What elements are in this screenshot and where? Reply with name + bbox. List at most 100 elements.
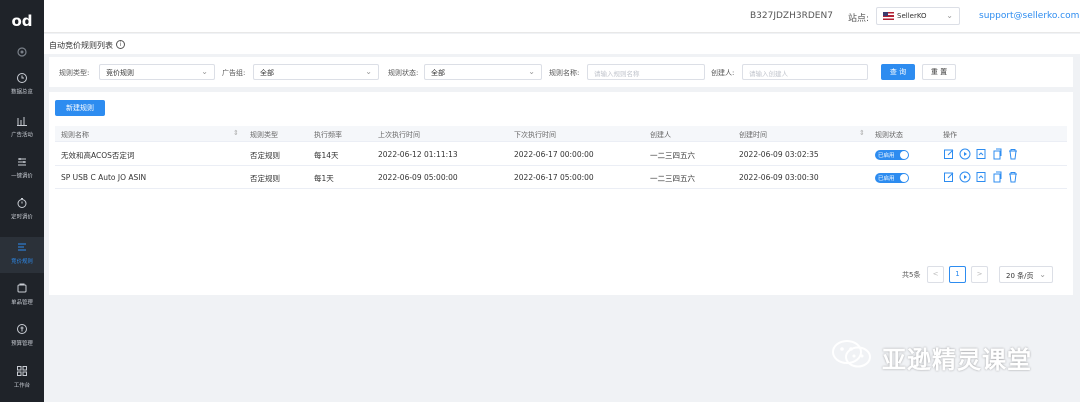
sidebar-item-products[interactable]: 单品管理 xyxy=(0,282,44,316)
query-button[interactable]: 查 询 xyxy=(881,64,915,80)
site-select[interactable]: SellerKO ⌄ xyxy=(876,7,960,25)
rule-type-value: 竞价规则 xyxy=(106,69,134,77)
top-header: B327JDZH3RDEN7 站点: SellerKO ⌄ support@se… xyxy=(44,0,1080,33)
sidebar-item-scheduled-bid[interactable]: 定时调价 xyxy=(0,197,44,231)
status-toggle-text: 已启用 xyxy=(878,176,895,182)
page-button-current[interactable]: 1 xyxy=(949,266,966,283)
reset-button[interactable]: 重 置 xyxy=(922,64,956,80)
status-toggle-text: 已启用 xyxy=(878,153,895,159)
site-label: 站点: xyxy=(848,14,870,24)
sidebar-item-workbench[interactable]: 工作台 xyxy=(0,365,44,399)
ad-group-select[interactable]: 全部 ⌄ xyxy=(253,64,379,80)
store-id: B327JDZH3RDEN7 xyxy=(750,11,833,21)
rule-name-label: 规则名称: xyxy=(549,69,580,77)
chevron-down-icon: ⌄ xyxy=(201,67,208,76)
sidebar-item-label: 定时调价 xyxy=(11,214,33,221)
rule-name-placeholder: 请输入规则名称 xyxy=(594,70,640,78)
bag-icon xyxy=(17,283,27,293)
ad-group-label: 广告组: xyxy=(222,69,246,77)
sort-icon[interactable]: ⇕ xyxy=(859,129,865,137)
sidebar-item-label: 工作台 xyxy=(13,382,31,389)
rule-type-cell: 否定规则 xyxy=(250,174,280,183)
page-size-value: 20 条/页 xyxy=(1006,272,1034,280)
col-header: 执行频率 xyxy=(314,131,342,139)
rule-type-label: 规则类型: xyxy=(59,69,90,77)
col-header: 规则名称 xyxy=(61,131,89,139)
table-row: SP USB C Auto JO ASIN 否定规则 每1天 2022-06-0… xyxy=(55,166,1067,189)
sidebar-item-label: 数据总览 xyxy=(11,89,33,96)
delete-icon[interactable] xyxy=(1007,171,1019,183)
edit-icon[interactable] xyxy=(943,171,955,183)
app-logo[interactable]: od xyxy=(11,10,33,32)
sidebar-item-budget[interactable]: 预算管理 xyxy=(0,323,44,357)
prev-page-button[interactable]: < xyxy=(927,266,944,283)
status-toggle[interactable]: 已启用 xyxy=(875,173,909,183)
rule-status-label: 规则状态: xyxy=(388,69,419,77)
support-email-link[interactable]: support@sellerko.com xyxy=(979,11,1079,21)
log-icon[interactable] xyxy=(975,171,987,183)
sidebar-item-overview[interactable]: 数据总览 xyxy=(0,72,44,106)
col-header: 上次执行时间 xyxy=(378,131,420,139)
page-title: 自动竞价规则列表 xyxy=(49,41,113,50)
toggle-knob xyxy=(900,151,908,159)
rules-table-card: 新建规则 规则名称 ⇕ 规则类型 执行频率 上次执行时间 下次执行时间 创建人 … xyxy=(49,92,1073,295)
page-size-select[interactable]: 20 条/页 ⌄ xyxy=(999,266,1053,283)
settings-icon[interactable] xyxy=(16,46,28,58)
info-icon[interactable]: i xyxy=(116,40,125,49)
col-header: 规则类型 xyxy=(250,131,278,139)
ad-group-value: 全部 xyxy=(260,69,274,77)
us-flag-icon xyxy=(883,12,894,20)
sidebar-item-label: 竞价规则 xyxy=(11,258,33,265)
chevron-down-icon: ⌄ xyxy=(1039,270,1046,279)
col-header: 操作 xyxy=(943,131,957,139)
col-header: 规则状态 xyxy=(875,131,903,139)
watermark-text: 亚逊精灵课堂 xyxy=(882,346,1032,374)
delete-icon[interactable] xyxy=(1007,148,1019,160)
toggle-knob xyxy=(900,174,908,182)
edit-icon[interactable] xyxy=(943,148,955,160)
play-icon[interactable] xyxy=(959,148,971,160)
col-header: 下次执行时间 xyxy=(514,131,556,139)
created-time-cell: 2022-06-09 03:00:30 xyxy=(739,173,819,182)
rule-type-select[interactable]: 竞价规则 ⌄ xyxy=(99,64,215,80)
pagination-total: 共5条 xyxy=(902,271,921,279)
creator-input[interactable]: 请输入创建人 xyxy=(742,64,868,80)
sidebar-item-label: 单品管理 xyxy=(11,299,33,306)
rule-name-cell[interactable]: SP USB C Auto JO ASIN xyxy=(61,173,146,182)
new-rule-button[interactable]: 新建规则 xyxy=(55,100,105,116)
rule-status-select[interactable]: 全部 ⌄ xyxy=(424,64,542,80)
status-toggle[interactable]: 已启用 xyxy=(875,150,909,160)
rule-name-cell[interactable]: 无效和高ACOS否定词 xyxy=(61,150,134,161)
log-icon[interactable] xyxy=(975,148,987,160)
sidebar-item-bid-rules[interactable]: 竞价规则 xyxy=(0,237,44,273)
sidebar-item-label: 预算管理 xyxy=(11,340,33,347)
sidebar-item-label: 一键调价 xyxy=(11,173,33,180)
rules-icon xyxy=(18,243,26,251)
chart-icon xyxy=(17,117,27,126)
last-run-cell: 2022-06-12 01:11:13 xyxy=(378,150,458,159)
sidebar-item-quick-bid[interactable]: 一键调价 xyxy=(0,156,44,190)
sidebar-item-campaigns[interactable]: 广告活动 xyxy=(0,115,44,149)
last-run-cell: 2022-06-09 05:00:00 xyxy=(378,173,458,182)
sort-icon[interactable]: ⇕ xyxy=(233,129,239,137)
chevron-down-icon: ⌄ xyxy=(365,67,372,76)
rule-type-cell: 否定规则 xyxy=(250,151,280,160)
sliders-icon xyxy=(18,158,26,166)
creator-placeholder: 请输入创建人 xyxy=(749,70,788,78)
sidebar-item-label: 广告活动 xyxy=(11,132,33,139)
frequency-cell: 每14天 xyxy=(314,151,339,160)
budget-icon xyxy=(17,324,27,334)
rule-name-input[interactable]: 请输入规则名称 xyxy=(587,64,705,80)
filter-bar: 规则类型: 竞价规则 ⌄ 广告组: 全部 ⌄ 规则状态: 全部 ⌄ 规则名称: … xyxy=(49,57,1073,87)
chevron-down-icon: ⌄ xyxy=(528,67,535,76)
play-icon[interactable] xyxy=(959,171,971,183)
creator-cell: 一二三四五六 xyxy=(650,174,695,183)
wechat-icon xyxy=(832,340,871,368)
copy-icon[interactable] xyxy=(991,171,1003,183)
site-value: SellerKO xyxy=(897,12,927,20)
frequency-cell: 每1天 xyxy=(314,174,334,183)
copy-icon[interactable] xyxy=(991,148,1003,160)
col-header: 创建时间 xyxy=(739,131,767,139)
next-page-button[interactable]: > xyxy=(971,266,988,283)
clock-icon xyxy=(17,73,27,83)
